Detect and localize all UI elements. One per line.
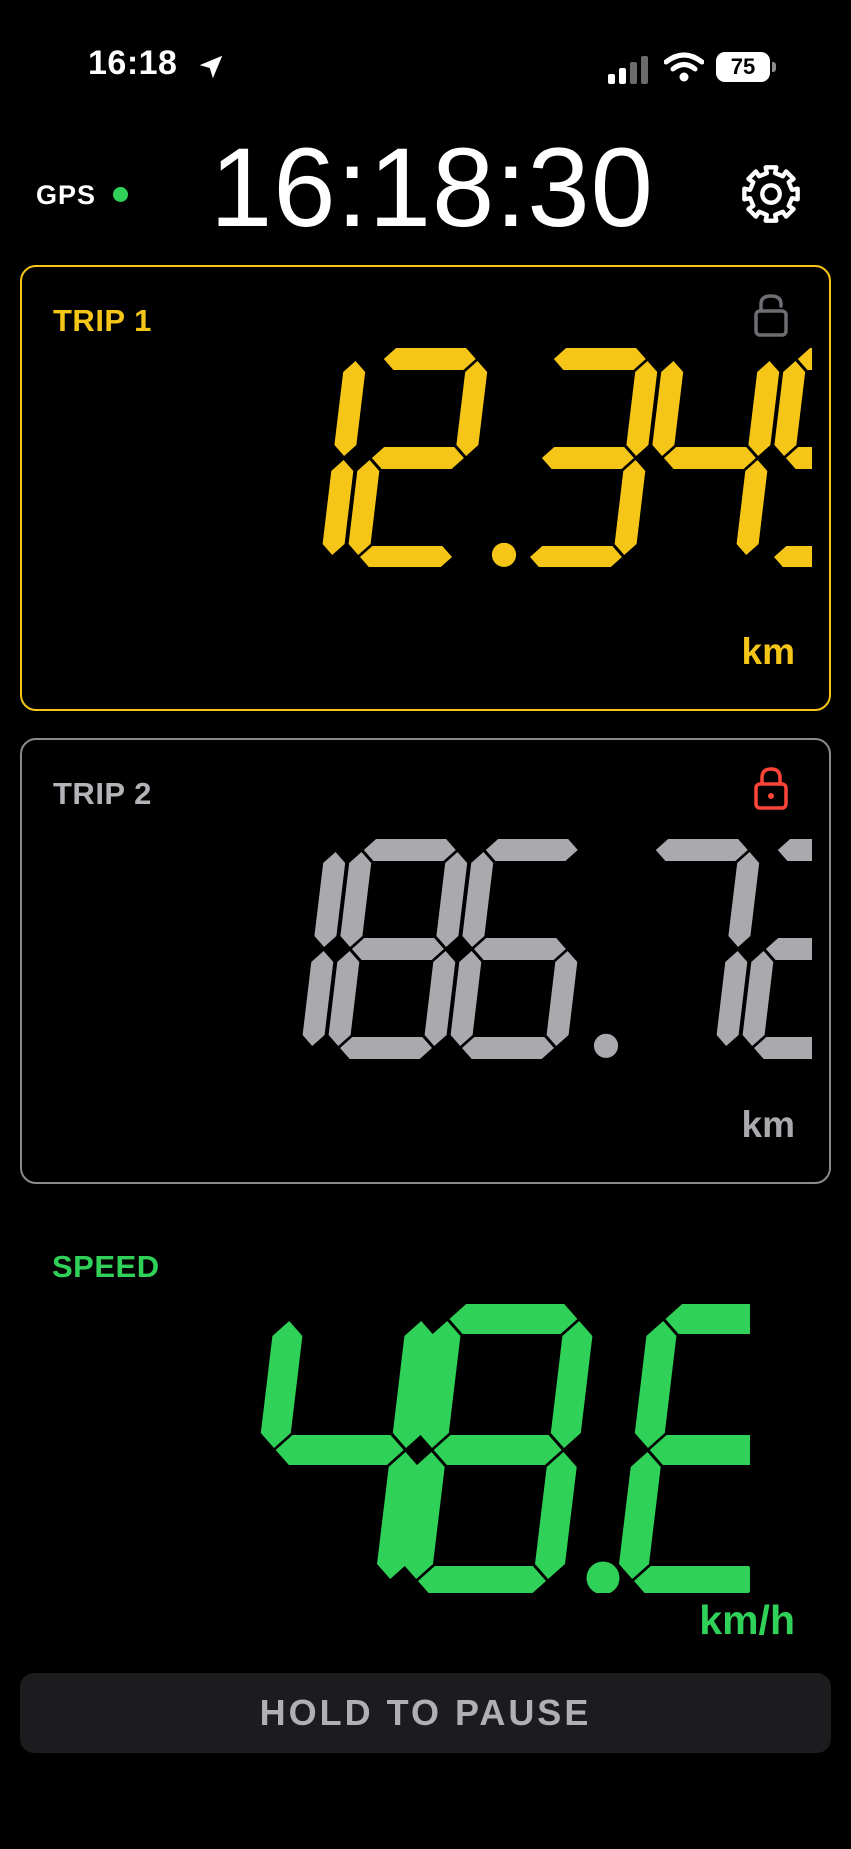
segment-c: [736, 460, 768, 555]
segment-g: [433, 1435, 562, 1465]
digit-5: [774, 348, 812, 567]
trip2-label: TRIP 2: [53, 776, 152, 811]
segment-e: [348, 460, 380, 555]
segment-g: [371, 447, 464, 469]
segment-b: [334, 361, 366, 456]
segment-f: [774, 361, 806, 456]
segment-b: [550, 1321, 593, 1448]
hold-to-pause-button[interactable]: HOLD TO PAUSE: [20, 1673, 831, 1753]
cellular-signal-icon: [608, 56, 648, 84]
segment-g: [351, 938, 444, 960]
segment-g: [275, 1435, 404, 1465]
trip1-label: TRIP 1: [53, 303, 152, 338]
current-time-clock: 16:18:30: [210, 125, 654, 250]
segment-b: [626, 361, 658, 456]
segment-g: [541, 447, 634, 469]
segment-a: [553, 348, 646, 370]
segment-a: [777, 839, 812, 861]
trip1-card[interactable]: TRIP 1 km: [20, 265, 831, 711]
decimal-point: [491, 542, 517, 567]
segment-c: [716, 951, 748, 1046]
wifi-icon: [664, 52, 704, 82]
segment-a: [665, 1304, 750, 1334]
segment-a: [363, 839, 456, 861]
digit-1: [348, 348, 488, 567]
segment-e: [619, 1452, 661, 1579]
speed-unit: km/h: [699, 1597, 795, 1643]
battery-level: 75: [716, 52, 770, 82]
segment-e: [450, 951, 482, 1046]
segment-f: [260, 1321, 303, 1448]
decimal-point: [593, 1033, 619, 1058]
segment-d: [774, 546, 812, 567]
segment-g: [663, 447, 756, 469]
segment-c: [614, 460, 646, 555]
segment-c: [535, 1452, 577, 1579]
segment-d: [360, 546, 452, 567]
gps-label: GPS: [36, 180, 97, 210]
segment-f: [634, 1321, 677, 1448]
segment-e: [742, 951, 774, 1046]
digit-3: [619, 1304, 750, 1593]
segment-d: [462, 1037, 554, 1059]
trip2-unit: km: [741, 1104, 795, 1145]
segment-f: [340, 852, 372, 947]
digit-1: [403, 1304, 593, 1593]
segment-g: [649, 1435, 750, 1465]
trip1-unit: km: [741, 631, 795, 672]
segment-d: [418, 1566, 546, 1593]
segment-b: [728, 852, 760, 947]
digit-1: [328, 839, 468, 1059]
segment-d: [754, 1037, 812, 1059]
segment-a: [383, 348, 476, 370]
gear-icon[interactable]: [740, 163, 802, 225]
decimal-point: [586, 1561, 620, 1593]
status-bar-time: 16:18: [88, 44, 178, 82]
segment-b: [748, 361, 780, 456]
segment-e: [328, 951, 360, 1046]
speed-label: SPEED: [52, 1249, 160, 1284]
segment-d: [634, 1566, 750, 1593]
segment-a: [485, 839, 578, 861]
trip1-distance-display: [322, 348, 812, 567]
segment-c: [546, 951, 578, 1046]
segment-g: [765, 938, 812, 960]
digit-4: [652, 361, 780, 555]
segment-a: [449, 1304, 578, 1334]
gps-status-dot: [113, 187, 128, 202]
digit-3: [530, 348, 658, 567]
speed-display: [260, 1304, 750, 1593]
segment-b: [456, 361, 488, 456]
segment-b: [314, 852, 346, 947]
segment-a: [655, 839, 748, 861]
digit-2: [450, 839, 578, 1059]
segment-b: [436, 852, 468, 947]
segment-d: [530, 546, 622, 567]
location-arrow-icon: [199, 55, 223, 79]
segment-f: [652, 361, 684, 456]
segment-c: [302, 951, 334, 1046]
trip-meter-screen: 16:18 75 GPS 16:18:30 TRIP 1 km TRIP 2 k…: [0, 0, 851, 1849]
trip2-distance-display: [302, 839, 812, 1059]
segment-d: [340, 1037, 432, 1059]
segment-g: [473, 938, 566, 960]
segment-c: [424, 951, 456, 1046]
segment-f: [462, 852, 494, 947]
trip2-card[interactable]: TRIP 2 km: [20, 738, 831, 1184]
segment-c: [322, 460, 354, 555]
battery-icon: 75: [716, 52, 776, 82]
digit-4: [655, 839, 760, 1046]
locked-padlock-icon[interactable]: [751, 766, 791, 812]
